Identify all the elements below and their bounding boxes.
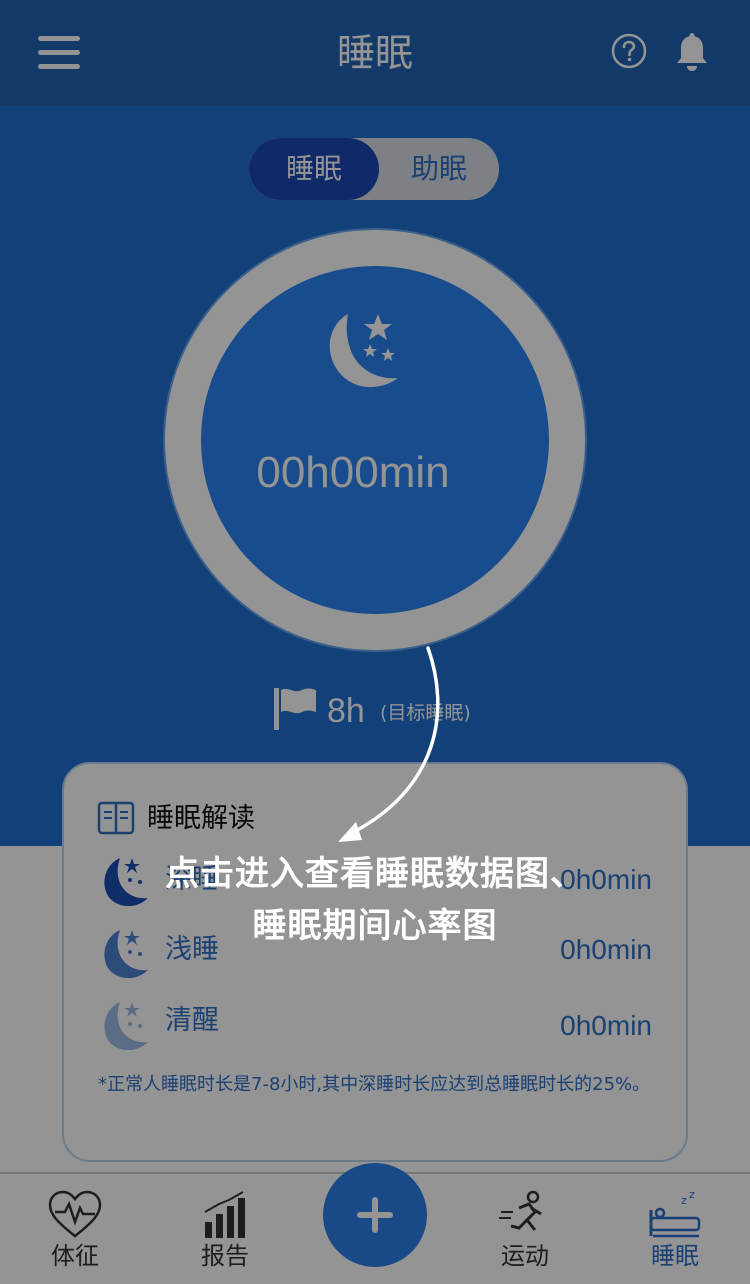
tutorial-hint-line2: 睡眠期间心率图	[252, 906, 498, 946]
curved-arrow-icon	[338, 646, 440, 842]
tutorial-hint: 点击进入查看睡眠数据图、 睡眠期间心率图	[0, 848, 750, 952]
tutorial-hint-line1: 点击进入查看睡眠数据图、	[165, 854, 585, 894]
